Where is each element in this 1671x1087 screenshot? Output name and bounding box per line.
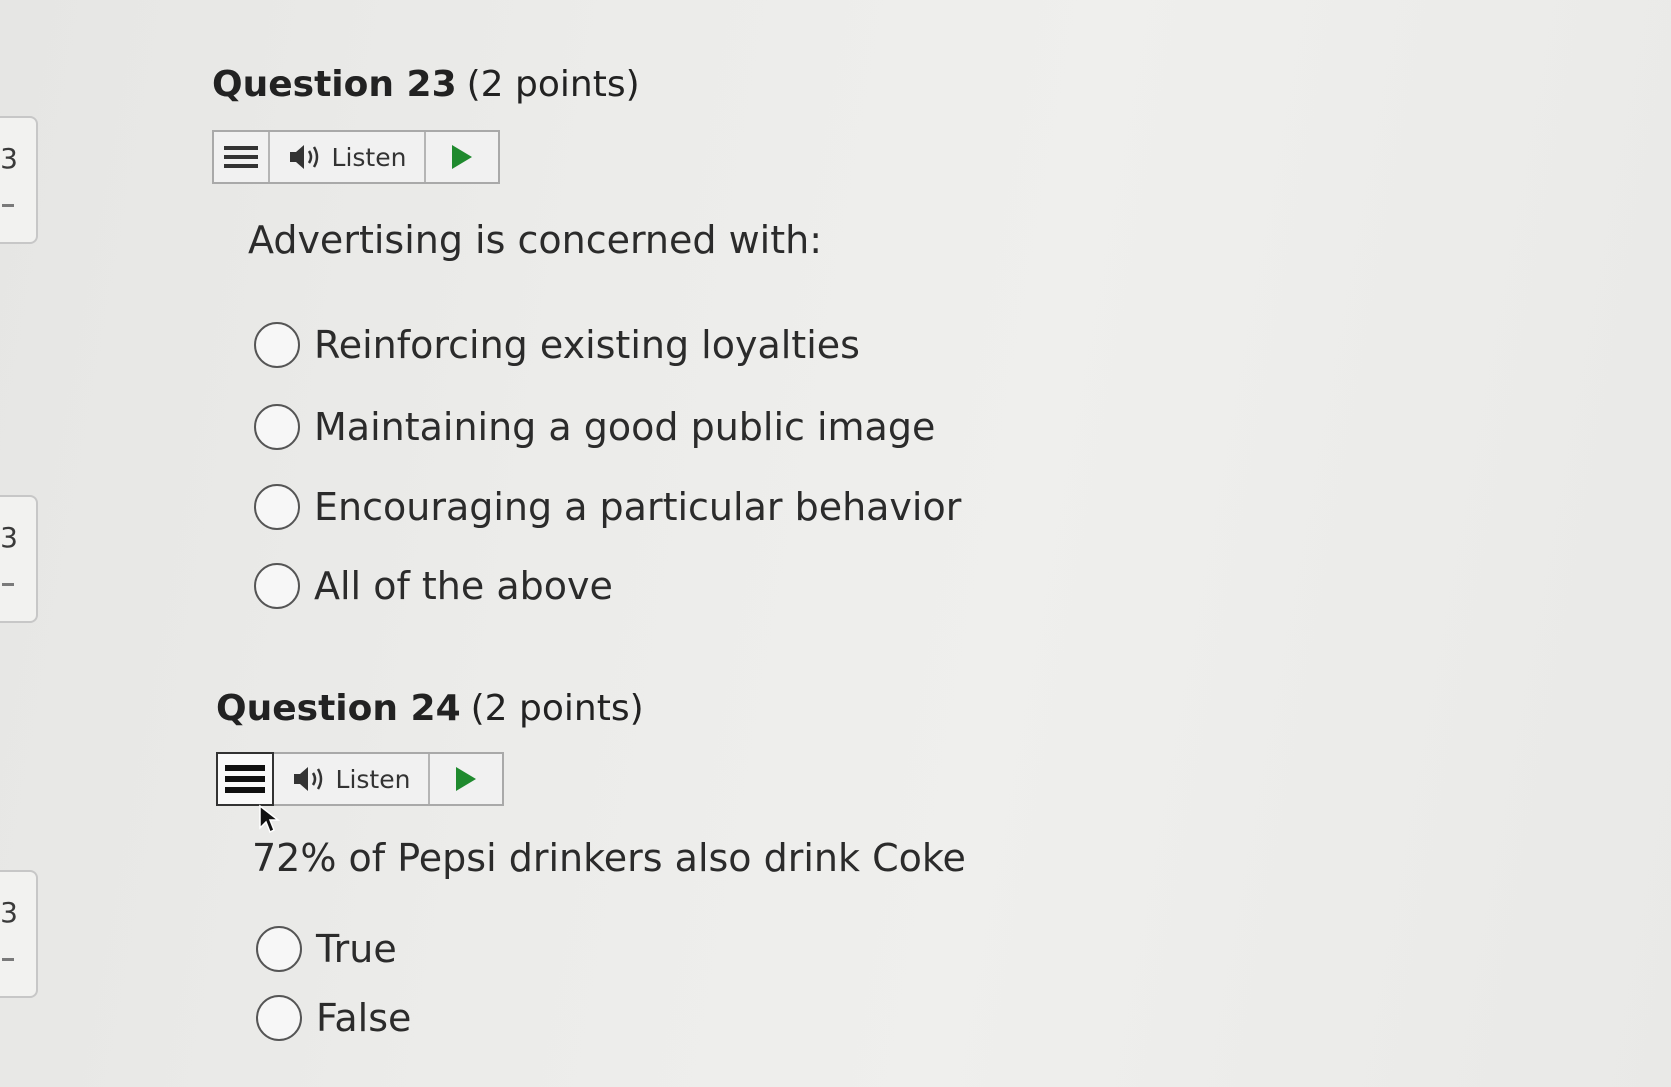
radio-button[interactable] <box>254 404 300 450</box>
option-label: Encouraging a particular behavior <box>314 485 962 529</box>
play-icon <box>454 766 478 792</box>
answer-option[interactable]: Reinforcing existing loyalties <box>254 322 860 368</box>
question-points: (2 points) <box>466 64 640 105</box>
answer-option[interactable]: False <box>256 995 411 1041</box>
speaker-icon <box>292 765 326 793</box>
option-label: All of the above <box>314 564 613 608</box>
side-nav-card-dash <box>2 958 14 961</box>
question-24-title: Question 24 (2 points) <box>216 688 644 729</box>
radio-button[interactable] <box>256 926 302 972</box>
speaker-icon <box>288 143 322 171</box>
option-label: Maintaining a good public image <box>314 405 936 449</box>
listen-label: Listen <box>335 764 411 794</box>
side-nav-card-number: 3 <box>0 142 18 175</box>
option-label: True <box>316 927 397 971</box>
side-nav-card-1[interactable]: 3 <box>0 116 38 244</box>
listen-button[interactable]: Listen <box>270 132 426 182</box>
radio-button[interactable] <box>254 484 300 530</box>
listen-button[interactable]: Listen <box>274 754 430 804</box>
side-nav-card-dash <box>2 204 14 207</box>
side-nav-card-number: 3 <box>0 521 18 554</box>
answer-option[interactable]: Maintaining a good public image <box>254 404 935 450</box>
radio-button[interactable] <box>254 322 300 368</box>
menu-icon <box>225 765 265 793</box>
question-23-prompt: Advertising is concerned with: <box>248 218 823 262</box>
answer-option[interactable]: Encouraging a particular behavior <box>254 484 961 530</box>
play-icon <box>450 144 474 170</box>
question-points: (2 points) <box>470 688 644 729</box>
mouse-pointer-icon <box>258 804 281 838</box>
answer-option[interactable]: All of the above <box>254 563 613 609</box>
play-button[interactable] <box>430 754 502 804</box>
question-23-title: Question 23 (2 points) <box>212 64 640 105</box>
option-label: Reinforcing existing loyalties <box>314 323 860 367</box>
answer-option[interactable]: True <box>256 926 397 972</box>
radio-button[interactable] <box>254 563 300 609</box>
radio-button[interactable] <box>256 995 302 1041</box>
side-nav-card-dash <box>2 583 14 586</box>
side-nav-card-2[interactable]: 3 <box>0 495 38 623</box>
side-nav-card-number: 3 <box>0 896 18 929</box>
play-button[interactable] <box>426 132 498 182</box>
menu-icon <box>224 146 258 168</box>
readspeaker-menu-button[interactable] <box>216 752 274 806</box>
side-nav-card-3[interactable]: 3 <box>0 870 38 998</box>
question-label: Question 23 <box>212 64 457 105</box>
question-23-readspeaker-toolbar: Listen <box>212 130 500 184</box>
option-label: False <box>316 996 412 1040</box>
listen-label: Listen <box>331 142 407 172</box>
question-24-readspeaker-toolbar: Listen <box>216 752 504 806</box>
question-24-prompt: 72% of Pepsi drinkers also drink Coke <box>252 836 966 880</box>
question-label: Question 24 <box>216 688 461 729</box>
readspeaker-menu-button[interactable] <box>214 132 270 182</box>
